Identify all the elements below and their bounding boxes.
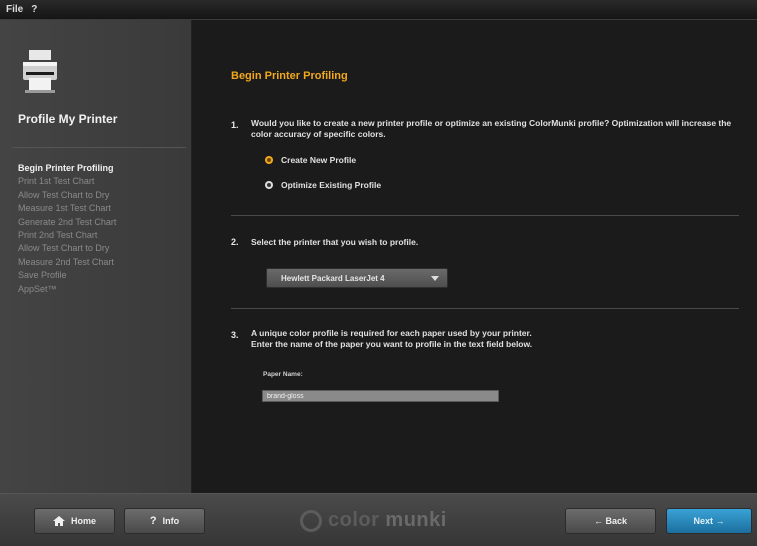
sidebar-step-item: Measure 2nd Test Chart: [18, 256, 114, 267]
sidebar-step-item: Generate 2nd Test Chart: [18, 216, 117, 227]
page-title: Begin Printer Profiling: [231, 70, 348, 82]
step-list: Begin Printer Profiling Print 1st Test Ch…: [18, 162, 116, 296]
sidebar-step-item: AppSet™: [18, 283, 57, 294]
sidebar-step-item: Print 1st Test Chart: [18, 176, 95, 187]
sidebar-step-item: Begin Printer Profiling: [18, 163, 114, 173]
sidebar-divider: [12, 147, 186, 148]
radio-create-new-profile-label: Create New Profile: [281, 155, 357, 165]
colormunki-logo-mark-icon: [300, 509, 322, 532]
question-2-number: 2.: [231, 237, 239, 247]
printer-select-value: Hewlett Packard LaserJet 4: [281, 273, 385, 283]
question-1-number: 1.: [231, 120, 239, 130]
question-2-text: Select the printer that you wish to prof…: [251, 237, 419, 247]
paper-name-label: Paper Name:: [263, 371, 303, 378]
printer-icon: [23, 50, 57, 93]
back-button[interactable]: ← Back: [565, 508, 656, 534]
menu-help[interactable]: ?: [31, 4, 37, 15]
question-1-text: Would you like to create a new printer p…: [251, 118, 732, 139]
sidebar: Profile My Printer Begin Printer Profili…: [0, 20, 192, 493]
back-button-label: ← Back: [593, 516, 628, 526]
home-button[interactable]: Home: [34, 508, 115, 534]
info-button[interactable]: ? Info: [124, 508, 205, 534]
question-mark-icon: ?: [149, 515, 157, 527]
question-3-number: 3.: [231, 330, 239, 340]
logo-text-a: color: [328, 509, 380, 531]
printer-select[interactable]: Hewlett Packard LaserJet 4: [266, 268, 448, 288]
sidebar-title: Profile My Printer: [18, 112, 118, 126]
sidebar-step-item: Allow Test Chart to Dry: [18, 243, 110, 254]
menu-file[interactable]: File: [6, 4, 23, 15]
section-divider: [231, 215, 739, 216]
info-button-label: Info: [162, 516, 180, 526]
sidebar-step-item: Allow Test Chart to Dry: [18, 189, 110, 200]
menu-bar: File ?: [0, 0, 757, 20]
sidebar-step-item: Save Profile: [18, 270, 67, 281]
home-button-label: Home: [70, 516, 96, 526]
next-button[interactable]: Next →: [666, 508, 752, 534]
question-3-text-line1: A unique color profile is required for e…: [251, 328, 532, 338]
section-divider: [231, 308, 739, 309]
home-icon: [52, 516, 65, 526]
question-3-text-line2: Enter the name of the paper you want to …: [251, 339, 533, 349]
radio-optimize-existing-profile[interactable]: Optimize Existing Profile: [265, 180, 381, 190]
sidebar-step-item: Measure 1st Test Chart: [18, 203, 111, 214]
paper-name-input[interactable]: [262, 390, 499, 402]
logo-text-b: munki: [385, 509, 447, 531]
radio-unselected-icon: [265, 181, 273, 189]
sidebar-step-item: Print 2nd Test Chart: [18, 230, 98, 241]
main-panel: Begin Printer Profiling 1. Would you lik…: [193, 20, 757, 493]
radio-optimize-existing-profile-label: Optimize Existing Profile: [281, 180, 382, 190]
chevron-down-icon: [431, 275, 439, 281]
colormunki-logo: color munki: [300, 509, 447, 532]
next-button-label: Next →: [693, 516, 725, 526]
radio-selected-icon: [265, 156, 273, 164]
footer-bar: Home ? Info color munki ← Back Next →: [0, 493, 757, 546]
radio-create-new-profile[interactable]: Create New Profile: [265, 155, 356, 165]
